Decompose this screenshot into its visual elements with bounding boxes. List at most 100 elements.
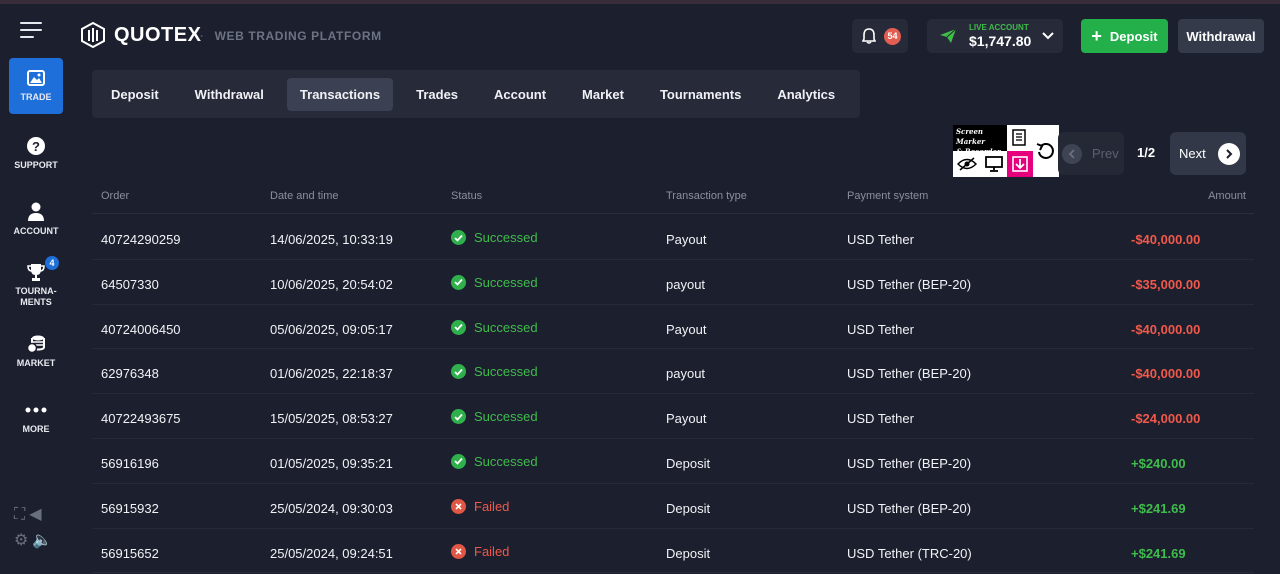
- transaction-type: Payout: [666, 411, 707, 427]
- status-cell: Failed: [451, 543, 510, 559]
- payment-system: USD Tether (TRC-20): [847, 545, 972, 561]
- collapse-arrow-icon[interactable]: ◀: [29, 506, 41, 523]
- settings-gear-icon[interactable]: ⚙: [14, 532, 28, 549]
- deposit-button[interactable]: + Deposit: [1081, 19, 1168, 53]
- sidebar-item-support[interactable]: ? SUPPORT: [9, 134, 63, 171]
- download-icon[interactable]: [1007, 151, 1033, 177]
- hide-eye-icon[interactable]: [957, 157, 977, 171]
- tournaments-badge: 4: [45, 256, 59, 270]
- tab-deposit[interactable]: Deposit: [98, 78, 172, 111]
- column-order: Order: [101, 190, 130, 202]
- sidebar-item-account[interactable]: ACCOUNT: [9, 200, 63, 237]
- fullscreen-icon[interactable]: ⛶: [14, 506, 25, 523]
- payment-system: USD Tether: [847, 232, 914, 247]
- more-dots-icon: [9, 398, 63, 422]
- order-id: 56915652: [101, 545, 159, 561]
- status-text: Failed: [474, 498, 510, 514]
- paper-plane-icon: [940, 28, 957, 43]
- logo[interactable]: QUOTEX: [80, 22, 201, 48]
- sidebar-item-more[interactable]: MORE: [9, 398, 63, 435]
- tab-transactions[interactable]: Transactions: [286, 77, 394, 111]
- question-icon: ?: [9, 134, 63, 158]
- order-id: 40722493675: [101, 411, 181, 427]
- tabs-bar: Deposit Withdrawal Transactions Trades A…: [92, 70, 860, 118]
- table-row[interactable]: 64507330 10/06/2025, 20:54:02 Successed pay…: [92, 260, 1254, 305]
- sidebar-item-market[interactable]: MARKET: [9, 332, 63, 369]
- amount: -$40,000.00: [1131, 366, 1201, 382]
- sidebar-item-trade[interactable]: TRADE: [9, 58, 63, 114]
- notifications-button[interactable]: 54: [852, 19, 908, 53]
- payment-system: USD Tether (BEP-20): [847, 276, 972, 292]
- transactions-table: 40724290259 14/06/2025, 10:33:19 Successed…: [92, 215, 1254, 574]
- sidebar-item-label: TRADE: [20, 92, 52, 102]
- account-selector[interactable]: LIVE ACCOUNT $1,747.80: [927, 19, 1063, 53]
- prev-page-button[interactable]: Prev: [1058, 132, 1124, 175]
- payment-system: USD Tether: [847, 411, 914, 427]
- date-time: 01/05/2025, 09:35:21: [270, 455, 393, 471]
- notes-icon[interactable]: [1007, 125, 1033, 151]
- user-icon: [9, 200, 63, 224]
- transaction-type: Payout: [666, 232, 707, 247]
- order-id: 64507330: [101, 276, 159, 292]
- transaction-type: Deposit: [666, 500, 711, 516]
- check-circle-icon: [451, 409, 466, 425]
- table-row[interactable]: 56916196 01/05/2025, 09:35:21 Successed Dep…: [92, 439, 1254, 484]
- status-text: Failed: [474, 543, 510, 559]
- top-border: [0, 0, 1280, 4]
- page-indicator: 1/2: [1137, 145, 1156, 160]
- transaction-type: Payout: [666, 321, 707, 337]
- tab-analytics[interactable]: Analytics: [764, 78, 848, 111]
- date-time: 05/06/2025, 09:05:17: [270, 321, 393, 337]
- date-time: 10/06/2025, 20:54:02: [270, 276, 393, 292]
- tab-account[interactable]: Account: [481, 78, 559, 111]
- sidebar-item-label: MARKET: [16, 358, 56, 368]
- undo-icon[interactable]: [1033, 125, 1059, 177]
- tab-trades[interactable]: Trades: [403, 78, 471, 111]
- order-id: 56915932: [101, 500, 159, 516]
- status-text: Successed: [474, 274, 538, 290]
- chevron-left-icon: [1062, 143, 1082, 164]
- transaction-type: Deposit: [666, 455, 711, 471]
- status-cell: Successed: [451, 364, 538, 380]
- column-payment: Payment system: [847, 190, 929, 202]
- account-balance: $1,747.80: [969, 33, 1032, 49]
- withdrawal-button[interactable]: Withdrawal: [1178, 19, 1264, 53]
- sound-icon[interactable]: 🔈: [32, 532, 52, 549]
- check-circle-icon: [451, 274, 466, 290]
- payment-system: USD Tether (BEP-20): [847, 366, 972, 382]
- table-row[interactable]: 56915932 25/05/2024, 09:30:03 Failed Deposi…: [92, 484, 1254, 529]
- status-text: Successed: [474, 319, 538, 335]
- platform-tagline: · WEB TRADING PLATFORM: [200, 29, 382, 43]
- status-cell: Successed: [451, 274, 538, 290]
- table-row[interactable]: 56915652 25/05/2024, 09:24:51 Failed Deposi…: [92, 529, 1254, 574]
- quotex-logo-icon: [81, 22, 105, 48]
- table-row[interactable]: 62976348 01/06/2025, 22:18:37 Successed pay…: [92, 349, 1254, 395]
- payment-system: USD Tether (BEP-20): [847, 500, 972, 516]
- screen-marker-title: Screen Marker& Recorder: [953, 125, 1007, 156]
- order-id: 62976348: [101, 366, 159, 382]
- date-time: 01/06/2025, 22:18:37: [270, 366, 393, 382]
- check-circle-icon: [451, 230, 466, 245]
- amount: -$24,000.00: [1131, 411, 1201, 427]
- tab-market[interactable]: Market: [569, 78, 637, 111]
- status-text: Successed: [474, 409, 538, 425]
- check-circle-icon: [451, 453, 466, 469]
- next-page-button[interactable]: Next: [1170, 132, 1246, 175]
- amount: -$40,000.00: [1131, 321, 1201, 337]
- tab-tournaments[interactable]: Tournaments: [647, 78, 754, 111]
- status-text: Successed: [474, 364, 538, 380]
- x-circle-icon: [451, 498, 466, 514]
- table-header: Order Date and time Status Transaction t…: [92, 182, 1254, 214]
- tab-withdrawal[interactable]: Withdrawal: [182, 78, 277, 111]
- status-text: Successed: [474, 230, 538, 245]
- sidebar-item-tournaments[interactable]: 4 TOURNA- MENTS: [9, 256, 63, 308]
- amount: +$241.69: [1131, 500, 1186, 516]
- monitor-icon[interactable]: [985, 156, 1003, 172]
- table-row[interactable]: 40722493675 15/05/2025, 08:53:27 Successed…: [92, 394, 1254, 439]
- amount: -$35,000.00: [1131, 276, 1201, 292]
- plus-icon: +: [1091, 26, 1102, 46]
- menu-icon[interactable]: [20, 22, 42, 40]
- table-row[interactable]: 40724006450 05/06/2025, 09:05:17 Successed…: [92, 305, 1254, 350]
- table-row[interactable]: 40724290259 14/06/2025, 10:33:19 Successed…: [92, 215, 1254, 260]
- check-circle-icon: [451, 319, 466, 335]
